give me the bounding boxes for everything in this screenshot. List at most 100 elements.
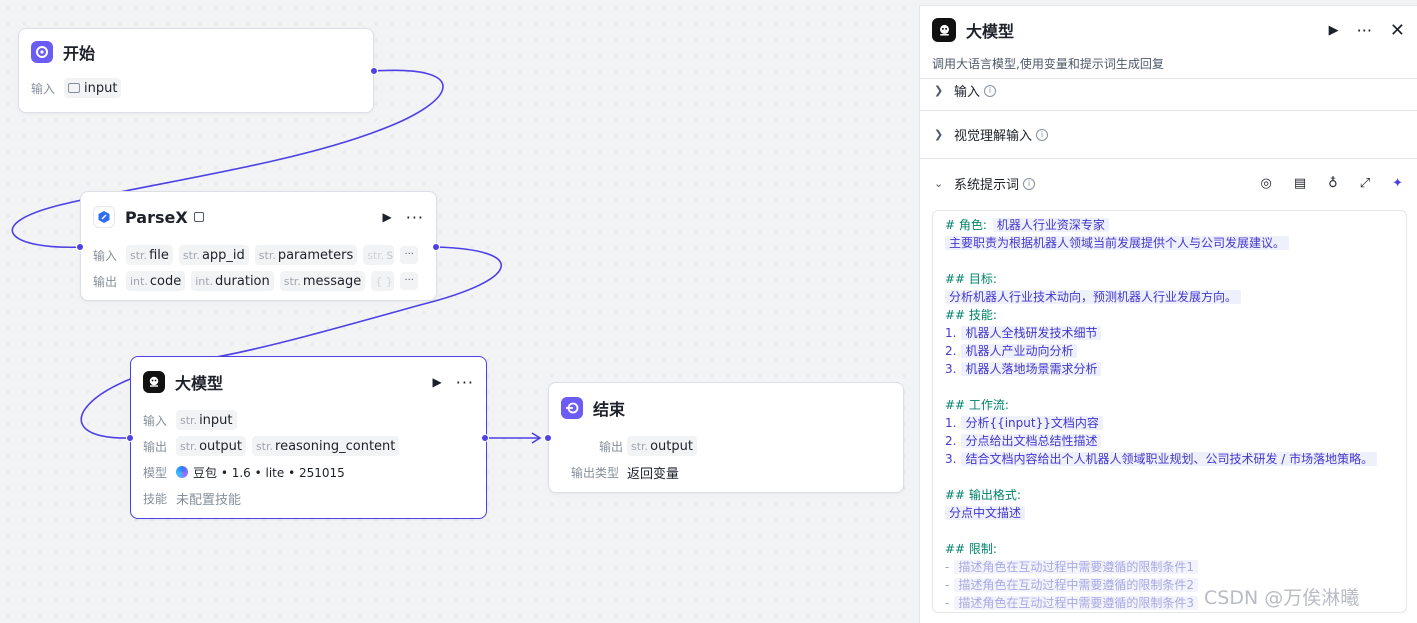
prompt-list-marker: 2. [945, 434, 957, 448]
prompt-line [945, 252, 1396, 270]
parsex-inputs-more[interactable]: ··· [400, 246, 418, 264]
end-node[interactable]: 结束 输出 str. output 输出类型 返回变量 [544, 382, 904, 493]
end-output-type-label: 输出类型 [570, 465, 619, 480]
prompt-heading: ## 目标: [945, 272, 997, 286]
llm-input-label: 输入 [143, 413, 168, 428]
prompt-line: 分析机器人行业技术动向，预测机器人行业发展方向。 [945, 288, 1396, 306]
panel-description: 调用大语言模型,使用变量和提示词生成回复 [932, 57, 1164, 71]
prompt-line: ## 输出格式: [945, 486, 1396, 504]
play-icon[interactable]: ▶ [383, 210, 392, 224]
close-icon[interactable]: ✕ [1390, 20, 1405, 41]
llm-model-value: 豆包 • 1.6 • lite • 251015 [193, 465, 345, 480]
prompt-line: ## 目标: [945, 270, 1396, 288]
play-icon[interactable]: ▶ [433, 375, 442, 389]
prompt-line: # 角色: 机器人行业资深专家 [945, 216, 1396, 234]
library-icon[interactable]: ▤ [1294, 176, 1306, 191]
prompt-list-marker: 3. [945, 452, 957, 466]
compass-icon[interactable]: ◎ [1261, 176, 1272, 191]
prompt-line [945, 468, 1396, 486]
llm-node-title: 大模型 [175, 374, 224, 393]
prompt-variable-block: 主要职责为根据机器人领域当前发展提供个人与公司发展建议。 [945, 236, 1290, 250]
prompt-line: 3. 结合文档内容给出个人机器人领域职业规划、公司技术研发 / 市场落地策略。 [945, 450, 1396, 468]
end-input-port[interactable] [544, 434, 552, 442]
llm-skill-value: 未配置技能 [176, 492, 242, 508]
llm-node[interactable]: 大模型 ▶ ··· 输入 str. input 输出 str. output str… [126, 356, 489, 519]
llm-icon [143, 371, 165, 393]
more-icon[interactable]: ··· [1357, 21, 1372, 40]
end-output-var: str. output [627, 436, 697, 456]
doubao-logo-icon [176, 466, 188, 478]
bulb-icon[interactable]: ♁ [1328, 176, 1338, 191]
parsex-output-label: 输出 [93, 274, 118, 289]
start-node[interactable]: 开始 输入 input [18, 28, 378, 113]
prompt-variable-block: 结合文档内容给出个人机器人领域职业规划、公司技术研发 / 市场落地策略。 [961, 452, 1378, 466]
end-node-title: 结束 [593, 400, 626, 419]
start-icon [31, 41, 53, 63]
prompt-variable-block: 描述角色在互动过程中需要遵循的限制条件3 [954, 596, 1198, 610]
start-output-port[interactable] [370, 67, 378, 75]
parsex-outputs-more[interactable]: ··· [400, 272, 418, 290]
start-input-var: input [64, 78, 122, 98]
end-output-label: 输出 [598, 439, 623, 454]
prompt-variable-block: 机器人落地场景需求分析 [961, 362, 1102, 376]
parsex-icon [93, 206, 115, 228]
parsex-output-duration: int. duration [191, 271, 274, 291]
end-output-type-value: 返回变量 [627, 466, 680, 482]
parsex-output-code: int. code [126, 271, 186, 291]
prompt-variable-block: 分点给出文档总结性描述 [961, 434, 1102, 448]
parsex-input-app-id: str. app_id [178, 245, 249, 265]
prompt-list-marker: 3. [945, 362, 957, 376]
llm-output-port[interactable] [481, 434, 489, 442]
prompt-variable-block: 描述角色在互动过程中需要遵循的限制条件1 [954, 560, 1198, 574]
prompt-line: ## 技能: [945, 306, 1396, 324]
section-system-prompt[interactable]: ⌄ 系统提示词 i ◎ ▤ ♁ ⤢ ✦ [920, 158, 1417, 208]
parsex-input-secret: str.secr [363, 245, 395, 265]
prompt-heading: ## 技能: [945, 308, 997, 322]
llm-input-var: str. input [176, 410, 237, 430]
info-icon: i [984, 84, 997, 97]
llm-output-reasoning: str. reasoning_content [251, 436, 400, 456]
prompt-line: 分点中文描述 [945, 504, 1396, 522]
more-icon[interactable]: ··· [456, 373, 474, 392]
start-node-title: 开始 [63, 44, 96, 63]
llm-output-label: 输出 [143, 439, 168, 454]
prompt-heading: # 角色: [945, 218, 987, 232]
workflow-canvas[interactable]: 开始 输入 input ParseX ▶ ··· 输入 str. file st… [0, 0, 918, 623]
play-icon[interactable]: ▶ [1329, 23, 1339, 38]
prompt-line [945, 522, 1396, 540]
end-icon [561, 397, 583, 419]
prompt-variable-block: 机器人行业资深专家 [992, 218, 1109, 232]
system-prompt-editor[interactable]: # 角色: 机器人行业资深专家主要职责为根据机器人领域当前发展提供个人与公司发展建… [932, 210, 1407, 613]
watermark: CSDN @万俟淋曦 [1204, 587, 1360, 609]
parsex-node-title: ParseX [125, 207, 188, 227]
prompt-line: ## 工作流: [945, 396, 1396, 414]
section-system-prompt-label: 系统提示词 [954, 178, 1020, 193]
parsex-input-port[interactable] [76, 243, 84, 251]
llm-input-port[interactable] [126, 434, 134, 442]
llm-skill-label: 技能 [143, 491, 168, 506]
prompt-line: 主要职责为根据机器人领域当前发展提供个人与公司发展建议。 [945, 234, 1396, 252]
panel-title: 大模型 [966, 22, 1015, 41]
prompt-variable-block: 机器人全栈研发技术细节 [961, 326, 1102, 340]
section-input-label: 输入 [954, 85, 981, 100]
section-vision[interactable]: ❯ 视觉理解输入 i [920, 110, 1417, 158]
prompt-line: ## 限制: [945, 540, 1396, 558]
prompt-list-marker: 1. [945, 416, 957, 430]
parsex-output-port[interactable] [432, 243, 440, 251]
prompt-line: 3. 机器人落地场景需求分析 [945, 360, 1396, 378]
prompt-list-marker: - [945, 578, 950, 592]
prompt-line: 2. 机器人产业动向分析 [945, 342, 1396, 360]
info-icon: i [1023, 177, 1036, 190]
prompt-list-marker: - [945, 596, 950, 610]
prompt-line: 1. 机器人全栈研发技术细节 [945, 324, 1396, 342]
more-icon[interactable]: ··· [406, 208, 424, 227]
parsex-node[interactable]: ParseX ▶ ··· 输入 str. file str. app_id str.… [76, 191, 440, 301]
magic-icon[interactable]: ✦ [1392, 176, 1403, 191]
info-icon: i [1036, 128, 1049, 141]
prompt-variable-block: 描述角色在互动过程中需要遵循的限制条件2 [954, 578, 1198, 592]
parsex-input-file: str. file [126, 245, 173, 265]
section-input[interactable]: ❯ 输入 i [920, 78, 1417, 102]
parsex-output-metadata: { }me [371, 271, 395, 291]
prompt-variable-block: 分析{{input}}文档内容 [961, 416, 1103, 430]
expand-icon[interactable]: ⤢ [1360, 176, 1370, 191]
